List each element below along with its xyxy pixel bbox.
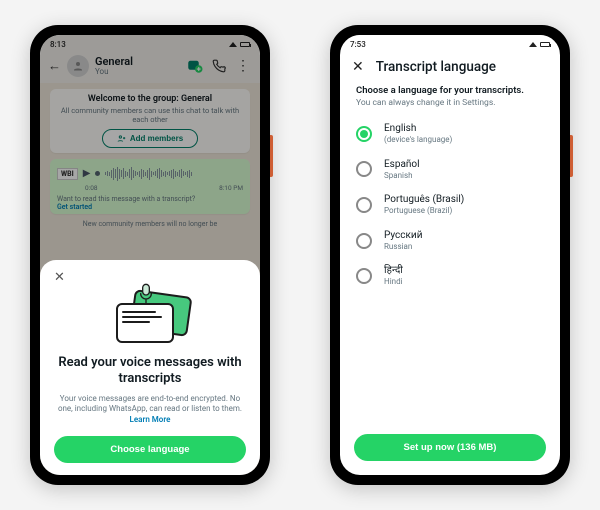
language-name: Español: [384, 159, 420, 171]
radio-icon[interactable]: [356, 233, 372, 249]
sheet-illustration: [110, 287, 190, 347]
sub-title: Choose a language for your transcripts.: [356, 85, 544, 96]
signal-icon: [529, 42, 537, 47]
transcript-sheet: ✕ Read your voice messages with transcri…: [40, 260, 260, 475]
language-option[interactable]: हिन्दीHindi: [344, 258, 556, 294]
status-time: 7:53: [350, 40, 366, 49]
power-button: [570, 135, 573, 177]
sheet-body: Your voice messages are end-to-end encry…: [58, 394, 242, 414]
language-sub: Spanish: [384, 171, 420, 181]
language-name: Русский: [384, 230, 422, 242]
language-sub: Portuguese (Brazil): [384, 206, 464, 216]
radio-icon[interactable]: [356, 126, 372, 142]
language-sub: Hindi: [384, 277, 403, 287]
page-title: Transcript language: [376, 59, 496, 75]
page-header: ✕ Transcript language: [340, 51, 560, 85]
page-subheader: Choose a language for your transcripts. …: [340, 85, 560, 108]
radio-icon[interactable]: [356, 268, 372, 284]
language-name: हिन्दी: [384, 265, 403, 277]
choose-language-button[interactable]: Choose language: [54, 436, 246, 463]
language-name: Português (Brasil): [384, 194, 464, 206]
radio-icon[interactable]: [356, 197, 372, 213]
screen: 8:13 ← General You ⋮: [40, 35, 260, 475]
setup-now-button[interactable]: Set up now (136 MB): [354, 434, 546, 461]
close-icon[interactable]: ✕: [352, 59, 364, 75]
phone-right: 7:53 ✕ Transcript language Choose a lang…: [330, 25, 570, 485]
language-option[interactable]: Português (Brasil)Portuguese (Brazil): [344, 187, 556, 223]
radio-icon[interactable]: [356, 161, 372, 177]
sheet-heading: Read your voice messages with transcript…: [54, 355, 246, 388]
battery-icon: [540, 42, 550, 47]
phone-left: 8:13 ← General You ⋮: [30, 25, 270, 485]
language-option[interactable]: EspañolSpanish: [344, 152, 556, 188]
screen: 7:53 ✕ Transcript language Choose a lang…: [340, 35, 560, 475]
mic-icon: [138, 283, 154, 307]
language-sub: (device's language): [384, 135, 452, 145]
language-option[interactable]: English(device's language): [344, 116, 556, 152]
language-option[interactable]: РусскийRussian: [344, 223, 556, 259]
status-bar: 7:53: [340, 35, 560, 51]
language-name: English: [384, 123, 452, 135]
power-button: [270, 135, 273, 177]
close-icon[interactable]: ✕: [54, 270, 65, 285]
sub-hint: You can always change it in Settings.: [356, 98, 544, 108]
learn-more-link[interactable]: Learn More: [130, 415, 171, 424]
language-list: English(device's language)EspañolSpanish…: [340, 108, 560, 424]
language-sub: Russian: [384, 242, 422, 252]
